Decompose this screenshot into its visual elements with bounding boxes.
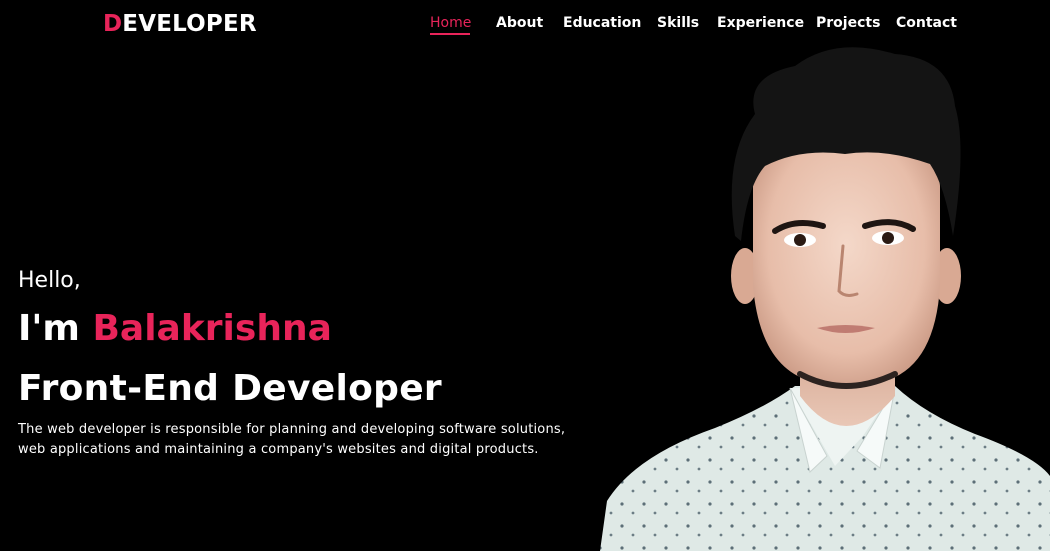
hero-description: The web developer is responsible for pla… [18,420,628,460]
nav-education[interactable]: Education [563,14,641,32]
logo-initial: D [103,11,123,37]
site-logo[interactable]: DEVELOPER [103,9,257,39]
hero-role: Front-End Developer [18,368,442,409]
hero-intro: I'm [18,308,80,349]
profile-photo [600,47,1050,551]
nav-skills[interactable]: Skills [657,14,699,32]
nav-active-underline [430,33,470,35]
page: DEVELOPER Home About Education Skills Ex… [0,0,1050,551]
hero-description-line: The web developer is responsible for pla… [18,422,566,437]
nav-experience[interactable]: Experience [717,14,804,32]
hero-name-line: I'm Balakrishna [18,307,332,351]
hero-greeting: Hello, [18,268,81,293]
hero-description-line: web applications and maintaining a compa… [18,442,539,457]
hero-name: Balakrishna [92,308,332,349]
logo-text: EVELOPER [122,11,257,37]
nav-about[interactable]: About [496,14,543,32]
nav-home[interactable]: Home [430,14,471,32]
nav-contact[interactable]: Contact [896,14,957,32]
nav-projects[interactable]: Projects [816,14,880,32]
